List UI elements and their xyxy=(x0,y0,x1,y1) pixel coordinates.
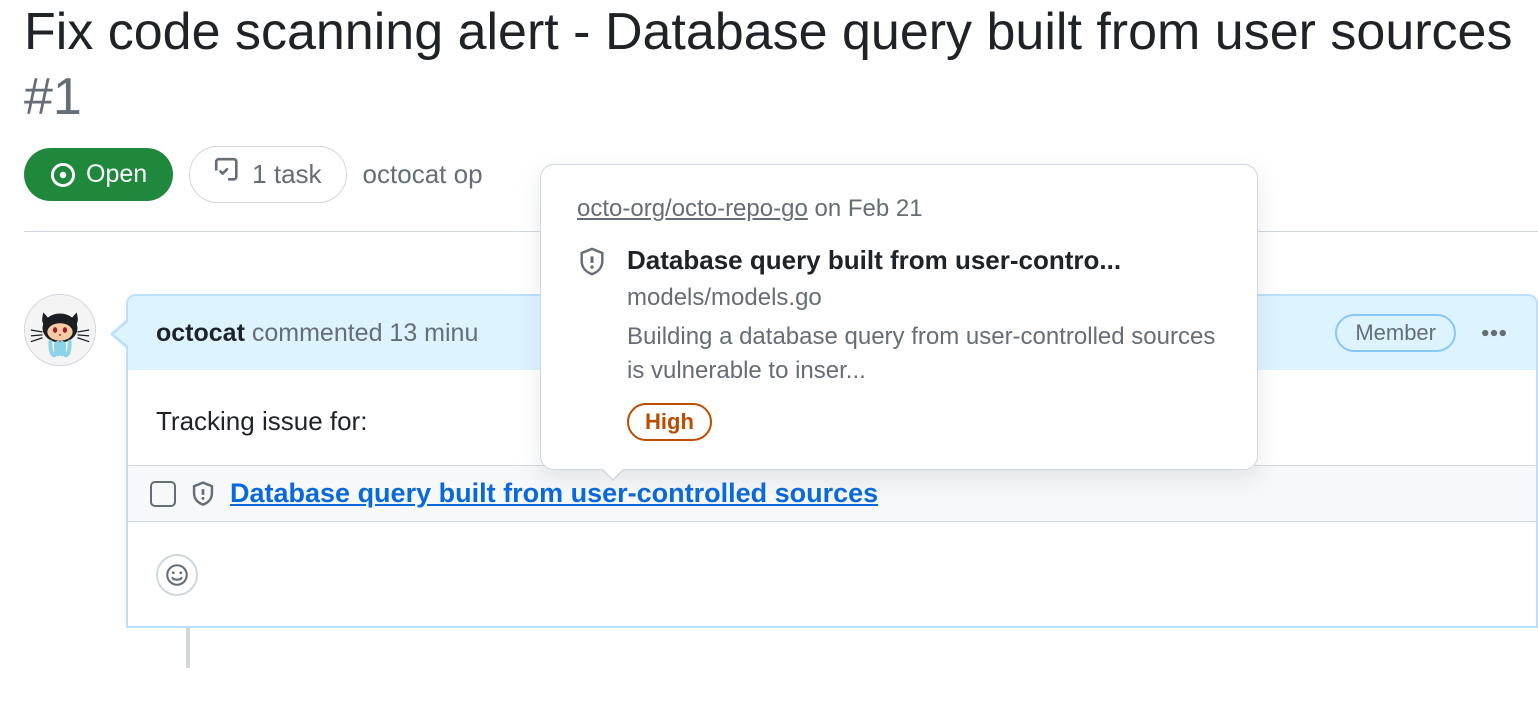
open-state-icon xyxy=(50,162,76,188)
state-badge-open: Open xyxy=(24,148,173,201)
avatar[interactable] xyxy=(24,294,96,366)
add-reaction-button[interactable] xyxy=(156,554,198,596)
smiley-icon xyxy=(165,563,189,587)
task-item-row: Database query built from user-controlle… xyxy=(128,465,1536,522)
severity-badge: High xyxy=(627,403,712,441)
issue-open-meta: octocat op xyxy=(363,159,483,190)
hovercard-repo-row: octo-org/octo-repo-go on Feb 21 xyxy=(577,195,1221,223)
comment-action-text: commented 13 minu xyxy=(252,319,479,347)
meta-author[interactable]: octocat xyxy=(363,159,447,189)
comment-actions-menu[interactable] xyxy=(1480,319,1508,347)
hovercard-file-path: models/models.go xyxy=(627,284,1221,312)
kebab-icon xyxy=(1480,319,1508,347)
comment-author[interactable]: octocat xyxy=(156,319,245,347)
issue-title: Fix code scanning alert - Database query… xyxy=(24,3,1512,61)
issue-number: #1 xyxy=(24,68,82,126)
shield-icon xyxy=(190,481,216,507)
hovercard-title: Database query built from user-contro... xyxy=(627,245,1221,276)
hovercard-repo-link[interactable]: octo-org/octo-repo-go xyxy=(577,195,808,222)
tasklist-icon xyxy=(214,157,242,192)
member-badge: Member xyxy=(1335,314,1456,352)
hovercard-caret xyxy=(601,469,625,481)
octocat-avatar-icon xyxy=(25,294,95,366)
state-label: Open xyxy=(86,160,147,189)
task-checkbox[interactable] xyxy=(150,481,176,507)
timeline-connector xyxy=(186,628,190,668)
task-count-label: 1 task xyxy=(252,159,321,190)
task-item-link[interactable]: Database query built from user-controlle… xyxy=(230,478,878,509)
issue-title-row: Fix code scanning alert - Database query… xyxy=(24,0,1538,130)
hovercard-date: on Feb 21 xyxy=(808,195,923,222)
meta-action: op xyxy=(454,159,483,189)
task-count-badge[interactable]: 1 task xyxy=(189,146,346,203)
shield-icon xyxy=(577,247,607,280)
hovercard-description: Building a database query from user-con­… xyxy=(627,320,1221,387)
alert-hovercard: octo-org/octo-repo-go on Feb 21 Database… xyxy=(540,164,1258,470)
